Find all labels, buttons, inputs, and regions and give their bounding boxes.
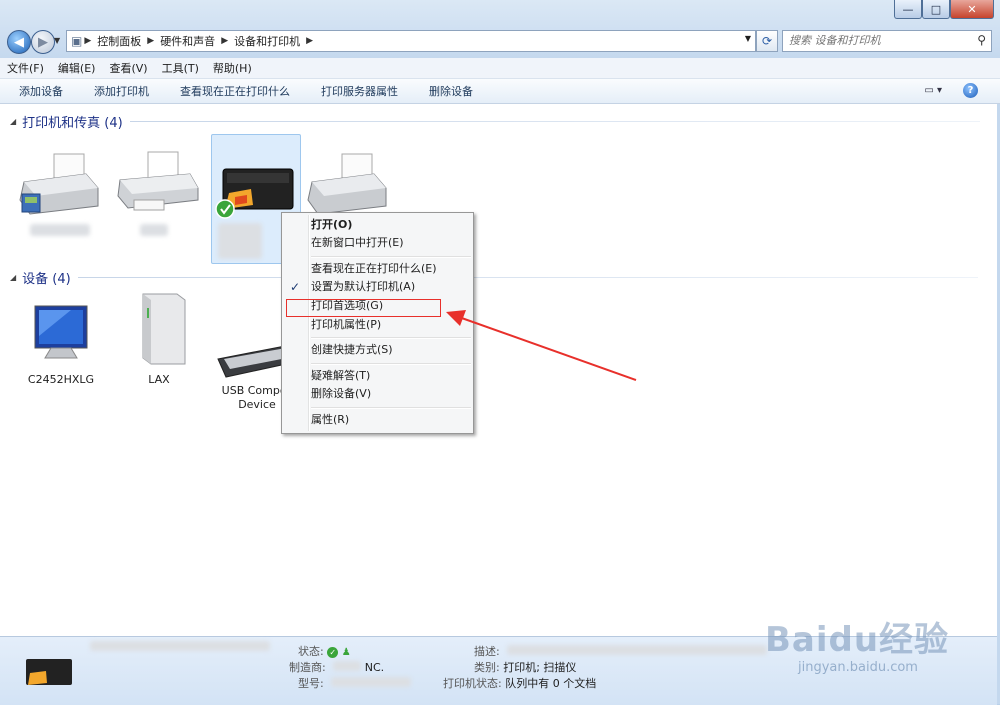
chevron-right-icon[interactable]: ▶ — [219, 36, 230, 46]
menu-item-create-shortcut[interactable]: 创建快捷方式(S) — [311, 341, 393, 359]
search-icon[interactable]: ⚲ — [977, 33, 986, 47]
close-button[interactable]: ✕ — [950, 0, 994, 19]
see-printing-button[interactable]: 查看现在正在打印什么 — [161, 83, 302, 99]
search-input[interactable] — [783, 31, 965, 49]
device-label: C2452HXLG — [27, 373, 95, 386]
breadcrumb-hardware-sound[interactable]: 硬件和声音 — [156, 33, 219, 49]
menu-item-properties[interactable]: 属性(R) — [311, 411, 349, 429]
category-value: 打印机; 扫描仪 — [503, 661, 577, 674]
printer-state-label: 打印机状态: — [443, 677, 502, 690]
group-header-printers[interactable]: ◢ 打印机和传真 (4) — [10, 112, 123, 131]
annotation-arrow-icon — [446, 310, 637, 381]
printer-state-value: 队列中有 0 个文档 — [505, 677, 597, 690]
device-label: LAX — [148, 373, 170, 386]
breadcrumb-control-panel[interactable]: 控制面板 — [93, 33, 145, 49]
printer-item[interactable] — [302, 148, 392, 221]
menu-item-remove-device[interactable]: 删除设备(V) — [311, 385, 371, 403]
breadcrumb-devices-printers[interactable]: 设备和打印机 — [230, 33, 304, 49]
annotation-highlight-box — [286, 299, 441, 317]
ok-icon: ✓ — [327, 647, 339, 658]
forward-button[interactable]: ▶ — [31, 30, 55, 54]
minimize-button[interactable]: — — [894, 0, 922, 19]
menu-view[interactable]: 查看(V) — [102, 60, 154, 76]
chevron-right-icon[interactable]: ▶ — [304, 36, 315, 46]
model-label: 型号: — [298, 677, 324, 690]
menu-help[interactable]: 帮助(H) — [206, 60, 259, 76]
maximize-button[interactable]: □ — [922, 0, 950, 19]
checkmark-icon: ✓ — [290, 280, 301, 294]
menu-tools[interactable]: 工具(T) — [155, 60, 206, 76]
device-item-monitor[interactable]: C2452HXLG — [16, 300, 106, 387]
menu-separator — [311, 407, 471, 409]
history-dropdown-icon[interactable]: ▼ — [54, 36, 60, 45]
default-check-icon — [215, 199, 235, 219]
address-bar[interactable]: ▣ ▶ 控制面板 ▶ 硬件和声音 ▶ 设备和打印机 ▶ ▼ — [66, 30, 756, 52]
chevron-right-icon[interactable]: ▶ — [145, 36, 156, 46]
collapse-arrow-icon[interactable]: ◢ — [10, 273, 16, 282]
printer-item[interactable] — [14, 148, 104, 236]
explorer-window: — □ ✕ ◀ ▶ ▼ ▣ ▶ 控制面板 ▶ 硬件和声音 ▶ 设备和打印机 ▶ … — [0, 0, 1000, 705]
fax-item[interactable] — [112, 148, 202, 236]
category-label: 类别: — [474, 661, 500, 674]
monitor-icon — [34, 305, 88, 359]
add-printer-button[interactable]: 添加打印机 — [75, 83, 161, 99]
printer-icon — [26, 659, 72, 685]
printer-icon — [19, 153, 99, 215]
menu-item-open[interactable]: 打开(O) — [311, 216, 352, 234]
add-device-button[interactable]: 添加设备 — [0, 83, 75, 99]
title-bar: — □ ✕ — [0, 0, 1000, 24]
group-divider — [130, 121, 980, 122]
group-title: 打印机和传真 (4) — [22, 116, 123, 131]
menu-gutter — [308, 215, 310, 431]
share-icon: ♟ — [341, 647, 351, 658]
chevron-right-icon[interactable]: ▶ — [82, 36, 93, 46]
device-item-drive[interactable]: LAX — [114, 292, 204, 387]
status-label: 状态: — [298, 645, 324, 658]
external-drive-icon — [142, 293, 186, 365]
group-divider — [78, 277, 978, 278]
group-title: 设备 (4) — [22, 272, 71, 287]
group-header-devices[interactable]: ◢ 设备 (4) — [10, 268, 71, 287]
watermark-url: jingyan.baidu.com — [798, 660, 918, 675]
menu-separator — [311, 256, 471, 258]
address-row: ◀ ▶ ▼ ▣ ▶ 控制面板 ▶ 硬件和声音 ▶ 设备和打印机 ▶ ▼ ⟳ ⚲ — [0, 28, 1000, 56]
fax-icon — [117, 151, 199, 211]
menu-item-open-new-window[interactable]: 在新窗口中打开(E) — [311, 234, 404, 252]
change-view-icon[interactable]: ▭ ▾ — [924, 85, 942, 96]
watermark-brand: Baidu经验 — [765, 620, 950, 660]
help-icon[interactable]: ? — [963, 83, 978, 98]
menu-item-see-printing[interactable]: 查看现在正在打印什么(E) — [311, 260, 437, 278]
folder-icon: ▣ — [71, 34, 83, 48]
menu-item-printer-properties[interactable]: 打印机属性(P) — [311, 316, 381, 334]
menu-edit[interactable]: 编辑(E) — [51, 60, 103, 76]
collapse-arrow-icon[interactable]: ◢ — [10, 117, 16, 126]
print-server-properties-button[interactable]: 打印服务器属性 — [302, 83, 410, 99]
search-box: ⚲ — [782, 30, 992, 52]
maker-value: NC. — [364, 661, 385, 674]
command-bar: 添加设备 添加打印机 查看现在正在打印什么 打印服务器属性 删除设备 ▭ ▾ ? — [0, 79, 1000, 104]
menu-bar: 文件(F) 编辑(E) 查看(V) 工具(T) 帮助(H) — [0, 58, 1000, 79]
menu-item-set-default[interactable]: 设置为默认打印机(A) — [311, 278, 415, 296]
menu-item-troubleshoot[interactable]: 疑难解答(T) — [311, 367, 370, 385]
printer-icon — [307, 153, 387, 215]
maker-label: 制造商: — [289, 661, 326, 674]
back-button[interactable]: ◀ — [7, 30, 31, 54]
description-label: 描述: — [474, 645, 500, 658]
menu-file[interactable]: 文件(F) — [0, 60, 51, 76]
remove-device-button[interactable]: 删除设备 — [410, 83, 485, 99]
address-dropdown-icon[interactable]: ▼ — [745, 34, 751, 43]
refresh-icon[interactable]: ⟳ — [756, 30, 778, 52]
